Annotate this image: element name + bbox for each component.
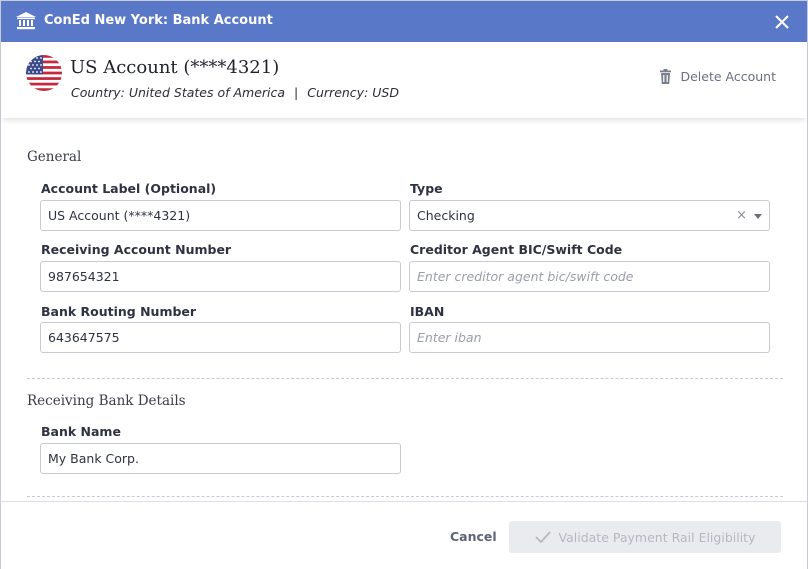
creditor-bic-input[interactable]: Enter creditor agent bic/swift code (409, 261, 770, 292)
type-selected-value: Checking (417, 208, 475, 223)
trash-icon (660, 69, 672, 84)
bank-account-dialog: ConEd New York: Bank Account US Account … (0, 0, 808, 569)
account-label-label: Account Label (Optional) (41, 181, 217, 196)
dialog-title: ConEd New York: Bank Account (44, 13, 273, 28)
section-divider (27, 378, 783, 379)
account-title: US Account (****4321) (70, 57, 280, 78)
chevron-down-icon[interactable] (754, 214, 762, 219)
iban-label: IBAN (410, 304, 445, 319)
iban-input[interactable]: Enter iban (409, 322, 770, 353)
currency-text: Currency: USD (307, 85, 399, 100)
bank-icon (16, 12, 36, 30)
bank-routing-number-input[interactable]: 643647575 (40, 322, 401, 353)
account-label-input[interactable]: US Account (****4321) (40, 200, 401, 231)
account-header: US Account (****4321) Country: United St… (1, 42, 807, 118)
bank-routing-number-label: Bank Routing Number (41, 304, 197, 319)
dialog-titlebar: ConEd New York: Bank Account (1, 1, 807, 42)
account-subtitle: Country: United States of America | Curren… (71, 85, 399, 100)
dialog-footer: Cancel Validate Payment Rail Eligibility (1, 501, 807, 569)
receiving-account-number-input[interactable]: 987654321 (40, 261, 401, 292)
creditor-bic-label: Creditor Agent BIC/Swift Code (410, 242, 623, 257)
check-icon (534, 531, 551, 543)
delete-account-button[interactable]: Delete Account (660, 69, 776, 84)
clear-icon[interactable]: × (736, 208, 747, 223)
country-text: Country: United States of America (71, 85, 286, 100)
us-flag-icon (26, 55, 62, 91)
separator: | (294, 85, 299, 100)
bank-name-label: Bank Name (41, 424, 121, 439)
section-divider (27, 496, 783, 497)
bank-name-input[interactable]: My Bank Corp. (40, 443, 401, 474)
general-section-title: General (27, 149, 82, 165)
receiving-bank-section-title: Receiving Bank Details (27, 393, 186, 409)
receiving-account-number-label: Receiving Account Number (41, 242, 232, 257)
delete-account-label: Delete Account (680, 69, 776, 84)
type-label: Type (410, 181, 443, 196)
type-select[interactable]: Checking × (409, 200, 770, 231)
validate-payment-rail-label: Validate Payment Rail Eligibility (558, 529, 756, 545)
cancel-button[interactable]: Cancel (450, 529, 497, 544)
validate-payment-rail-button[interactable]: Validate Payment Rail Eligibility (509, 521, 781, 553)
close-icon[interactable] (775, 14, 789, 29)
